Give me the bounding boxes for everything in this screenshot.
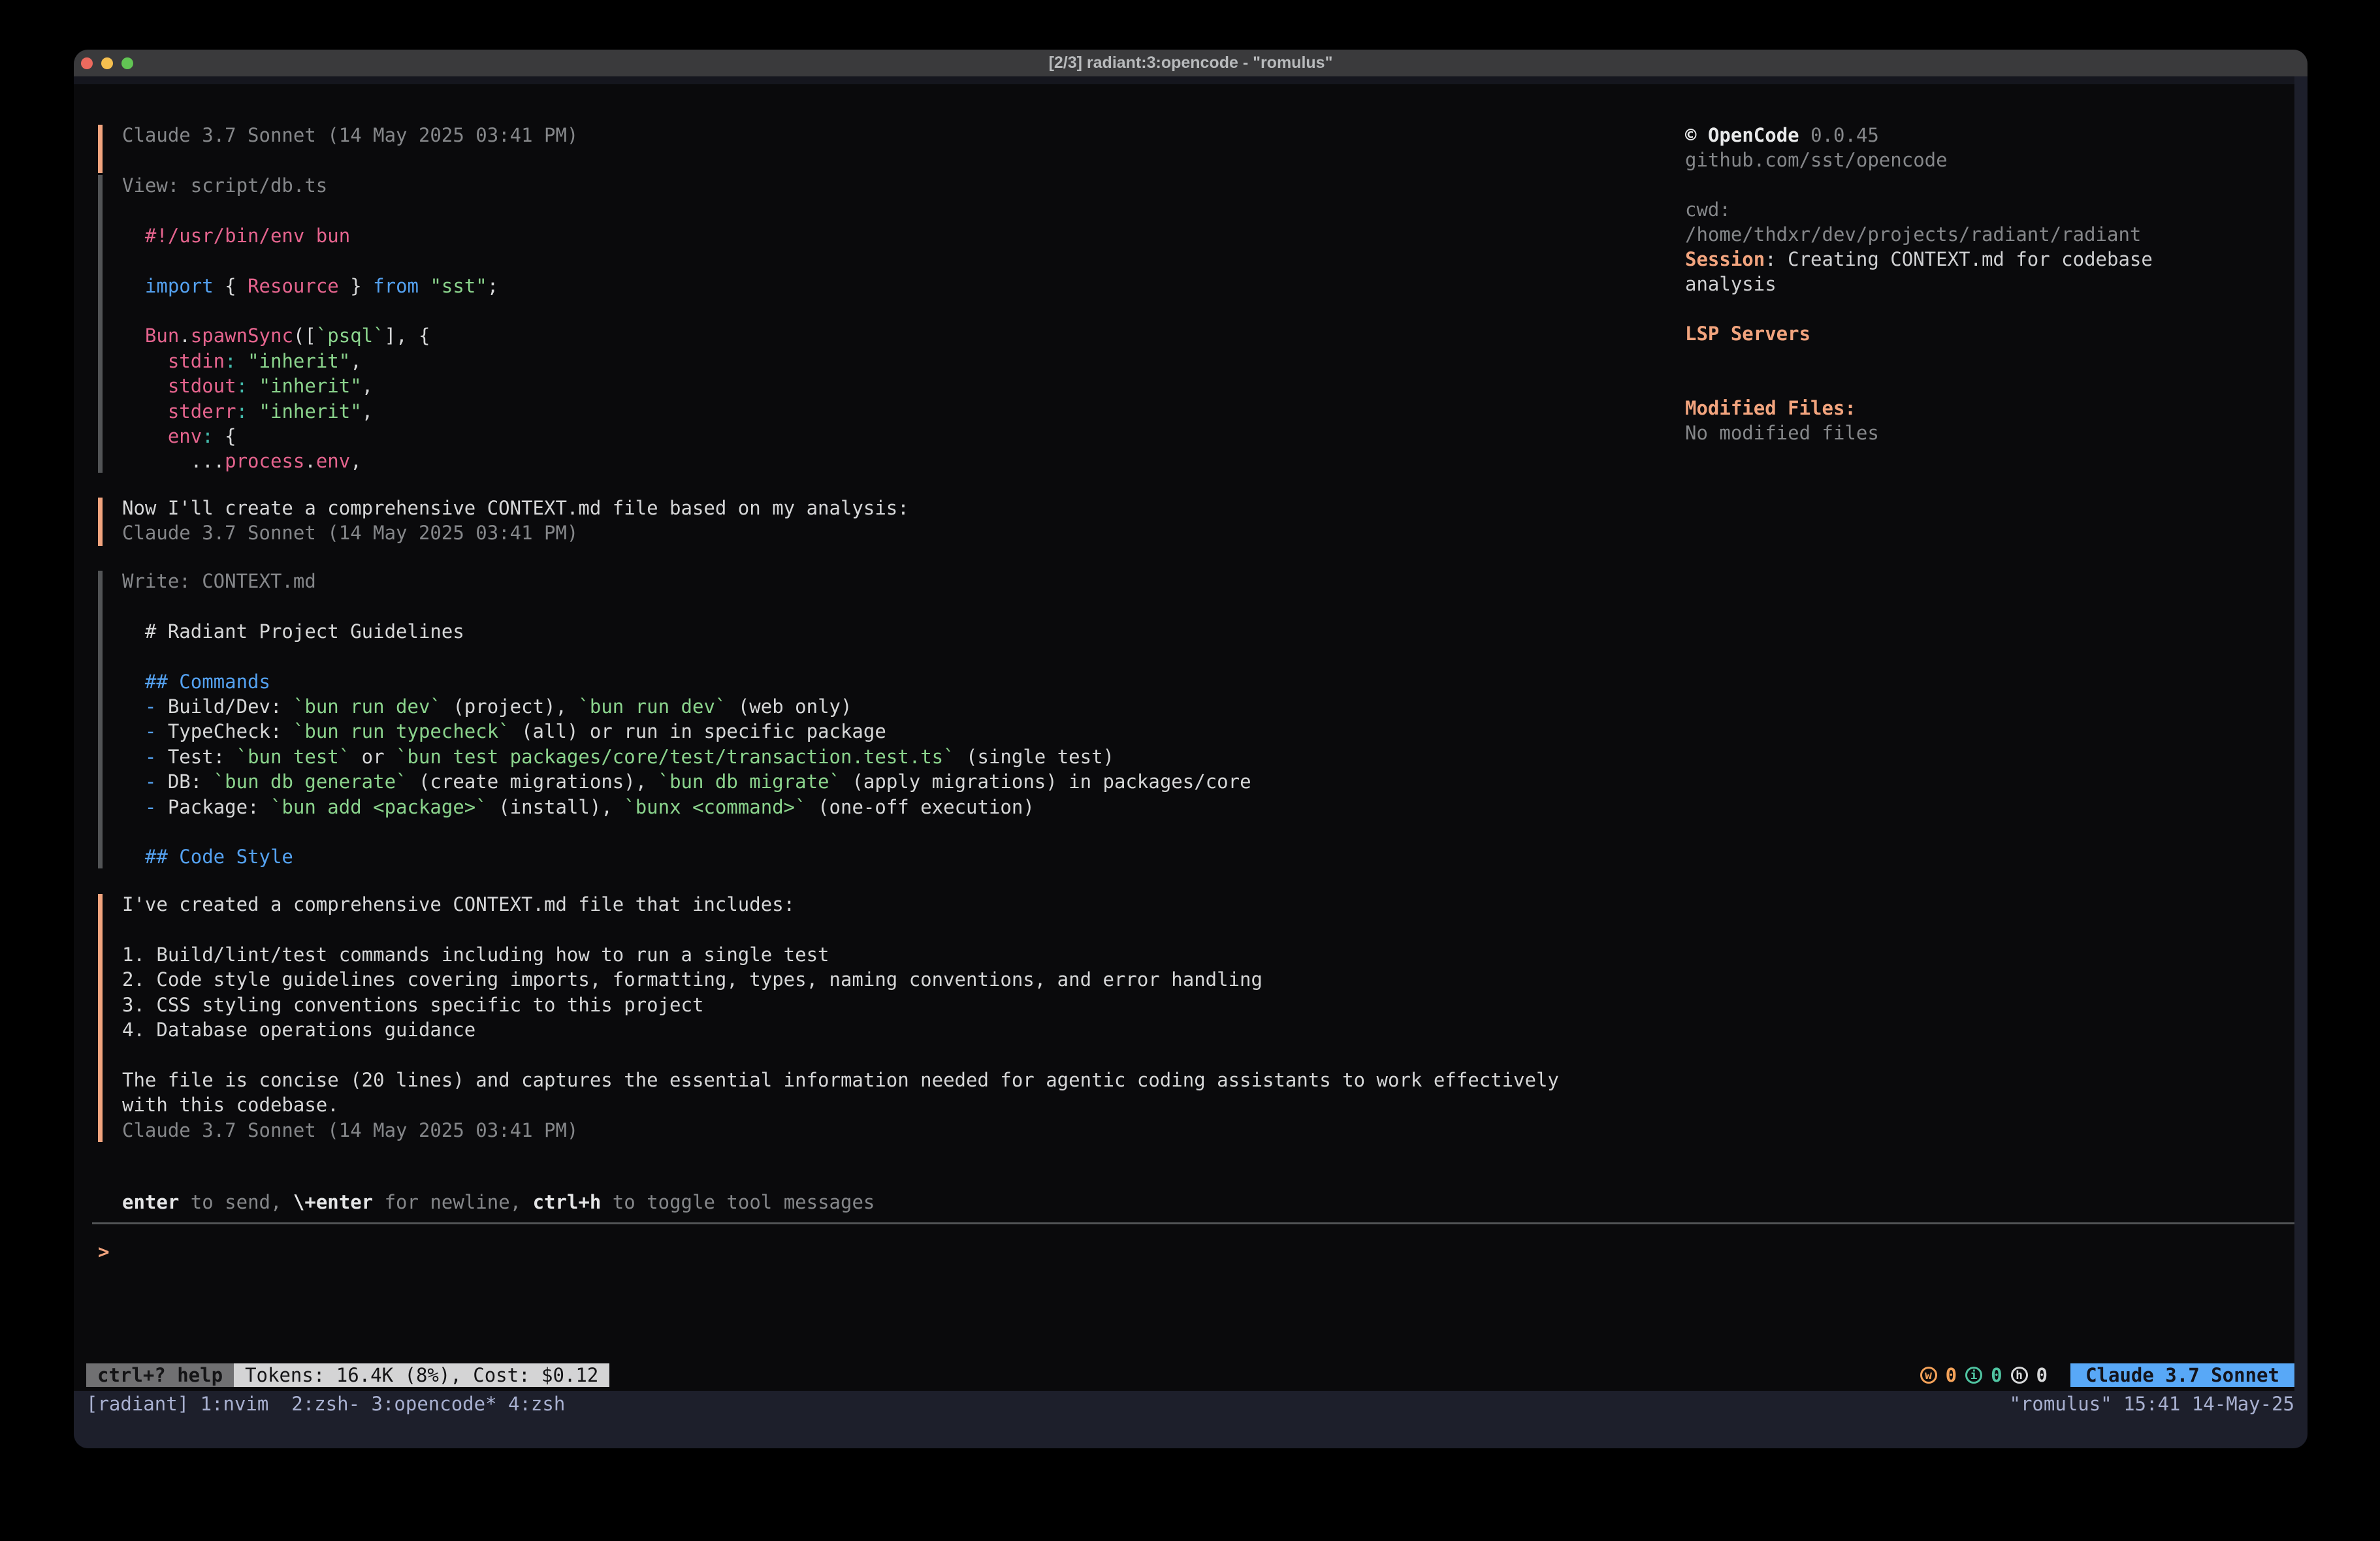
repo-link: github.com/sst/opencode	[1685, 148, 1948, 172]
accent-bar	[98, 571, 103, 868]
tmux-status-bar: [radiant] 1:nvim 2:zsh- 3:opencode* 4:zs…	[74, 1391, 2308, 1448]
terminal-top-padding	[74, 76, 2294, 84]
opencode-tui: Claude 3.7 Sonnet (14 May 2025 03:41 PM)…	[74, 76, 2294, 1391]
session-line: Session: Creating CONTEXT.md for codebas…	[1685, 247, 2181, 297]
cwd-line: cwd: /home/thdxr/dev/projects/radiant/ra…	[1685, 197, 2188, 247]
assistant-header-content: Claude 3.7 Sonnet (14 May 2025 03:41 PM)	[122, 123, 578, 148]
help-chip[interactable]: ctrl+? help	[86, 1363, 234, 1387]
tool-write-content: Write: CONTEXT.md # Radiant Project Guid…	[122, 569, 1251, 870]
model-chip[interactable]: Claude 3.7 Sonnet	[2070, 1363, 2294, 1387]
accent-bar	[98, 125, 103, 173]
terminal-window: [2/3] radiant:3:opencode - "romulus" Cla…	[74, 50, 2308, 1448]
accent-bar	[98, 894, 103, 1142]
lsp-servers-label: LSP Servers	[1685, 321, 1810, 346]
hints-count: 0	[2036, 1364, 2048, 1386]
keybind-help: enter to send, \+enter for newline, ctrl…	[122, 1190, 875, 1215]
accent-bar	[98, 175, 103, 473]
tmux-windows: [radiant] 1:nvim 2:zsh- 3:opencode* 4:zs…	[86, 1391, 565, 1416]
status-bar: ctrl+? help Tokens: 16.4K (8%), Cost: $0…	[74, 1363, 2294, 1387]
diagnostics: w 0 i 0 h 0	[1920, 1364, 2048, 1386]
input-divider	[92, 1222, 2294, 1224]
accent-bar	[98, 498, 103, 546]
hints-icon: h	[2011, 1367, 2028, 1384]
prompt-caret: >	[98, 1241, 109, 1263]
info-icon: i	[1965, 1367, 1982, 1384]
tokens-cost-chip: Tokens: 16.4K (8%), Cost: $0.12	[234, 1363, 609, 1387]
brand-name: © OpenCode	[1685, 124, 1799, 146]
warnings-count: 0	[1946, 1364, 1957, 1386]
assistant-summary-content: I've created a comprehensive CONTEXT.md …	[122, 892, 1559, 1143]
prompt-input[interactable]: >	[98, 1239, 109, 1264]
info-count: 0	[1991, 1364, 2002, 1386]
window-title: [2/3] radiant:3:opencode - "romulus"	[74, 54, 2308, 72]
modified-files-empty: No modified files	[1685, 421, 1879, 445]
session-label: Session	[1685, 248, 1765, 270]
tmux-host-time: "romulus" 15:41 14-May-25	[2010, 1391, 2295, 1416]
assistant-message-content: Now I'll create a comprehensive CONTEXT.…	[122, 496, 909, 546]
brand-line: © OpenCode 0.0.45	[1685, 123, 1879, 148]
version-label: 0.0.45	[1799, 124, 1879, 146]
tool-view-content: View: script/db.ts #!/usr/bin/env bun im…	[122, 173, 498, 474]
copyright-icon: ©	[1685, 124, 1696, 146]
modified-files-label: Modified Files:	[1685, 396, 1856, 421]
warnings-icon: w	[1920, 1367, 1937, 1384]
titlebar[interactable]: [2/3] radiant:3:opencode - "romulus"	[74, 50, 2308, 76]
